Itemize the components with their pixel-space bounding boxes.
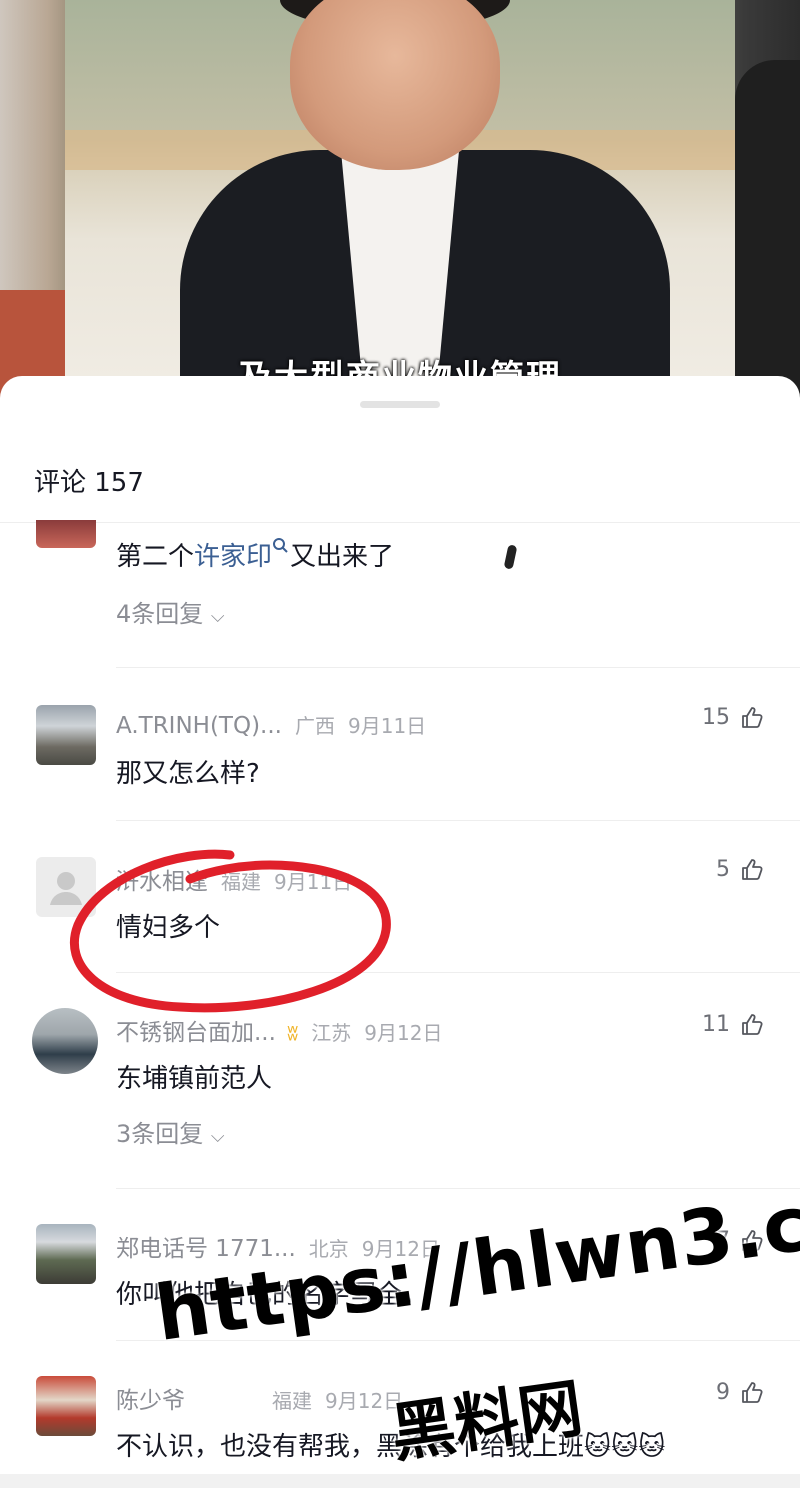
like-count: 5 [716, 857, 730, 882]
chevron-down-icon: ⌵ [210, 606, 225, 627]
location: 北京 [308, 1237, 349, 1261]
comment-item: 郑电话号 1771... 北京 9月12日 7 你叫他把自己的名字写全。 [0, 1224, 800, 1334]
thumbs-up-icon [742, 706, 763, 728]
avatar[interactable] [36, 705, 96, 765]
username[interactable]: 浒水相逢 [116, 869, 208, 895]
view-replies-button[interactable]: 3条回复 ⌵ [116, 1114, 225, 1149]
username[interactable]: 陈少爷 [116, 1388, 185, 1414]
date: 9月12日 [361, 1237, 440, 1261]
username[interactable]: A.TRINH(TQ)... [116, 713, 282, 739]
comment-meta: 浒水相逢 福建 9月11日 [116, 862, 352, 896]
comment-body: 第二个许家印 又出来了 [116, 536, 518, 573]
location: 广西 [295, 714, 335, 738]
thumbs-up-icon [742, 1229, 763, 1251]
comment-body: 东埔镇前范人 [116, 1064, 273, 1094]
comment-divider [116, 1188, 800, 1189]
thumbs-up-icon [742, 858, 763, 880]
location: 江苏 [311, 1021, 352, 1045]
like-button[interactable]: 7 [716, 1228, 764, 1253]
comment-item: 不锈钢台面加... ʬ 江苏 9月12日 11 东埔镇前范人 3条回复 ⌵ [0, 1008, 800, 1178]
like-count: 15 [702, 705, 730, 730]
username[interactable]: 郑电话号 1771... [116, 1236, 296, 1262]
thumbs-up-icon [742, 1381, 763, 1403]
replies-label: 4条回复 [116, 600, 204, 628]
date: 9月11日 [274, 870, 353, 894]
comment-body: 情妇多个 [116, 913, 221, 943]
avatar[interactable] [36, 1376, 96, 1436]
like-count: 9 [716, 1380, 730, 1405]
avatar[interactable] [36, 520, 96, 548]
like-count: 11 [702, 1012, 730, 1037]
date: 9月11日 [348, 714, 427, 738]
comment-item: A.TRINH(TQ)... 广西 9月11日 15 那又怎么样? [0, 705, 800, 815]
like-button[interactable]: 9 [716, 1380, 764, 1405]
location: 福建 [221, 870, 261, 894]
comment-text-suffix: 又出来了 [290, 542, 395, 572]
comment-body: 你叫他把自己的名字写全。 [116, 1280, 429, 1310]
comment-item: 浒水相逢 福建 9月11日 5 情妇多个 [0, 857, 800, 967]
comment-meta: 郑电话号 1771... 北京 9月12日 [116, 1229, 440, 1263]
comment-body: 不认识，也没有帮我，黑涂有个给我上班🐱🐱🐱 [116, 1432, 666, 1462]
comment-divider [116, 972, 800, 973]
sheet-drag-handle[interactable] [360, 401, 440, 408]
date: 9月12日 [364, 1021, 443, 1045]
default-avatar[interactable] [36, 857, 96, 917]
comment-divider [116, 667, 800, 668]
comment-text-prefix: 第二个 [116, 542, 195, 572]
comment-meta: A.TRINH(TQ)... 广西 9月11日 [116, 710, 426, 739]
location: 福建 [272, 1389, 312, 1413]
comment-divider [116, 1340, 800, 1341]
comments-count-title: 评论 157 [34, 468, 144, 498]
comment-item: 第二个许家印 又出来了 4条回复 ⌵ [0, 520, 800, 670]
avatar[interactable] [32, 1008, 98, 1074]
video-frame[interactable]: 及大型商业物业管理 [0, 0, 800, 400]
comment-body: 那又怎么样? [116, 759, 260, 789]
emoji-mark [503, 544, 518, 570]
comment-item: 陈少爷 福建 9月12日 9 不认识，也没有帮我，黑涂有个给我上班🐱🐱🐱 [0, 1376, 800, 1476]
search-icon[interactable] [272, 537, 290, 557]
username[interactable]: 不锈钢台面加... [116, 1020, 276, 1046]
bottom-bar [0, 1474, 800, 1488]
comment-divider [116, 820, 800, 821]
like-button[interactable]: 5 [716, 857, 764, 882]
view-replies-button[interactable]: 4条回复 ⌵ [116, 594, 225, 629]
badge-icon: ʬ [286, 1021, 299, 1046]
thumbs-up-icon [742, 1013, 763, 1035]
replies-label: 3条回复 [116, 1120, 204, 1148]
chevron-down-icon: ⌵ [210, 1126, 225, 1147]
search-link[interactable]: 许家印 [194, 542, 272, 572]
person-head [290, 0, 500, 170]
like-button[interactable]: 15 [702, 705, 764, 730]
avatar[interactable] [36, 1224, 96, 1284]
comment-meta: 不锈钢台面加... ʬ 江苏 9月12日 [116, 1013, 442, 1047]
user-icon [50, 872, 82, 905]
video-right-edge [735, 60, 800, 400]
comment-meta: 陈少爷 福建 9月12日 [116, 1381, 403, 1415]
like-count: 7 [716, 1228, 730, 1253]
like-button[interactable]: 11 [702, 1012, 764, 1037]
date: 9月12日 [325, 1389, 404, 1413]
